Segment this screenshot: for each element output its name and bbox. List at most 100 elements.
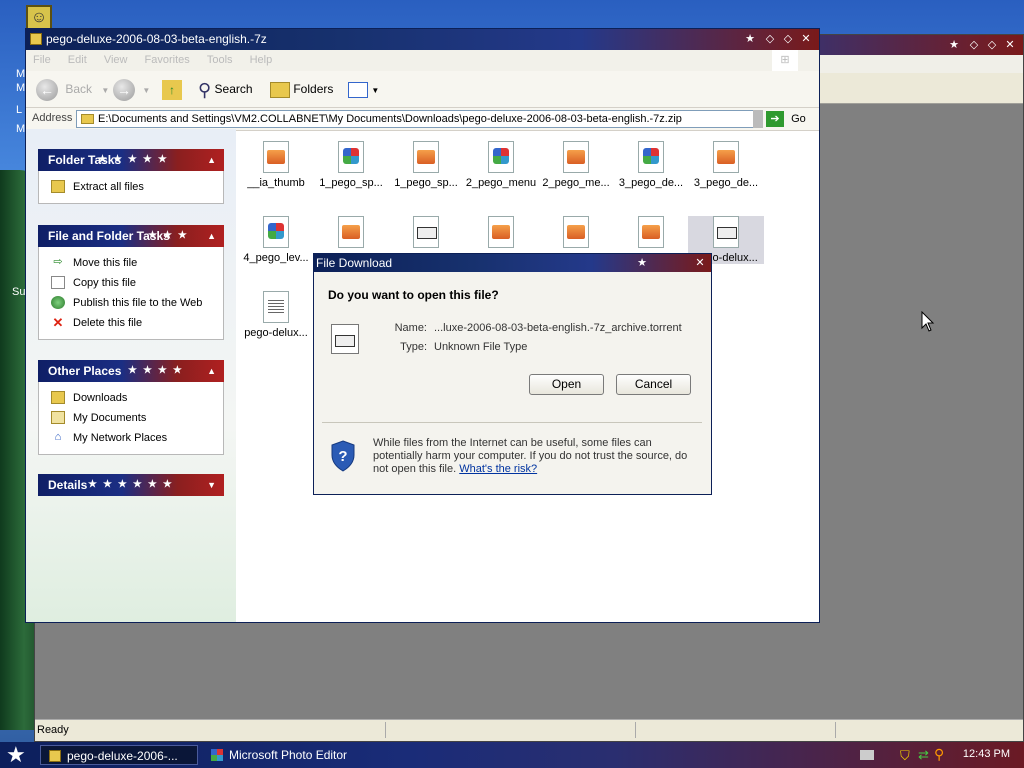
downloads-link[interactable]: Downloads (49, 388, 223, 408)
close-icon[interactable]: ✕ (1003, 38, 1017, 52)
back-button[interactable]: ← Back ▼ (36, 75, 109, 103)
go-button[interactable]: ➔ Go (766, 110, 806, 128)
my-documents-link[interactable]: My Documents (49, 408, 223, 428)
menu-favorites[interactable]: Favorites (145, 50, 190, 71)
keyboard-icon[interactable] (860, 750, 874, 760)
file-item[interactable]: 4_pego_lev... (238, 216, 314, 264)
file-item[interactable]: 3_pego_de... (613, 141, 689, 189)
file-item[interactable]: 2_pego_me... (538, 141, 614, 189)
collapse-chevron-icon[interactable]: ▲ (207, 225, 216, 247)
folder-icon (51, 391, 65, 404)
start-button-star-icon[interactable]: ★ (6, 744, 26, 766)
minimize-icon[interactable]: ◇ (763, 32, 777, 46)
file-item[interactable]: 2_pego_menu (463, 141, 539, 189)
file-item[interactable]: 1_pego_sp... (388, 141, 464, 189)
file-item[interactable] (613, 216, 689, 252)
menu-edit[interactable]: Edit (68, 50, 87, 71)
menu-file[interactable]: File (33, 50, 51, 71)
taskbar: pego-deluxe-2006-... Microsoft Photo Edi… (0, 742, 1024, 768)
status-divider (385, 722, 386, 738)
menu-view[interactable]: View (104, 50, 128, 71)
file-folder-tasks-header[interactable]: File and Folder Tasks ★★★ ▲ (38, 225, 224, 247)
file-item[interactable] (388, 216, 464, 252)
address-input[interactable]: E:\Documents and Settings\VM2.COLLABNET\… (76, 110, 756, 128)
expand-chevron-icon[interactable]: ▼ (207, 474, 216, 496)
other-places-header[interactable]: Other Places ★★★★ ▲ (38, 360, 224, 382)
file-item[interactable]: __ia_thumb (238, 141, 314, 189)
maximize-icon[interactable]: ◇ (781, 32, 795, 46)
file-name: 1_pego_sp... (394, 177, 458, 189)
photo-editor-icon (211, 749, 223, 761)
photo-editor-statusbar: Ready (35, 719, 1023, 741)
taskbar-button-explorer[interactable]: pego-deluxe-2006-... (40, 745, 198, 765)
search-label: Search (214, 82, 253, 96)
details-panel: Details ★★★★★★ ▼ (38, 474, 224, 496)
whats-the-risk-link[interactable]: What's the risk? (459, 463, 537, 475)
desktop-icon-label[interactable]: L (16, 104, 22, 116)
publish-file-link[interactable]: Publish this file to the Web (49, 293, 223, 313)
dialog-title: File Download (316, 256, 393, 270)
details-header[interactable]: Details ★★★★★★ ▼ (38, 474, 224, 496)
move-file-link[interactable]: ⇨ Move this file (49, 253, 223, 273)
desktop-icon-label[interactable]: Su (12, 286, 25, 298)
network-status-icon[interactable]: ⇄ (918, 747, 929, 763)
dialog-titlebar[interactable]: File Download ★ ✕ (314, 254, 711, 272)
my-network-places-link[interactable]: ⌂ My Network Places (49, 428, 223, 448)
menu-help[interactable]: Help (250, 50, 273, 71)
name-label: Name: (394, 322, 427, 334)
folder-tasks-header[interactable]: Folder Tasks ★★★★★ ▲ (38, 149, 224, 171)
folders-button[interactable]: Folders (270, 75, 333, 103)
desktop-icon-label[interactable]: M (16, 82, 25, 94)
collapse-chevron-icon[interactable]: ▲ (207, 360, 216, 382)
maximize-icon[interactable]: ◇ (985, 38, 999, 52)
file-download-dialog[interactable]: File Download ★ ✕ Do you want to open th… (313, 253, 712, 495)
address-dropdown-button[interactable] (753, 110, 763, 128)
forward-button[interactable]: → ▼ (113, 75, 150, 103)
svg-text:?: ? (338, 448, 347, 465)
minimize-icon[interactable]: ◇ (967, 38, 981, 52)
name-value: ...luxe-2006-08-03-beta-english.-7z_arch… (434, 322, 682, 334)
search-button[interactable]: ⚲ Search (198, 75, 253, 103)
status-divider (635, 722, 636, 738)
image-file-icon (263, 141, 289, 173)
search-icon[interactable]: ⚲ (934, 746, 944, 763)
dialog-question: Do you want to open this file? (328, 288, 499, 302)
folder-up-icon: ↑ (162, 79, 182, 100)
close-icon[interactable]: ✕ (799, 32, 813, 46)
file-item[interactable] (313, 216, 389, 252)
folder-tasks-body: Extract all files (38, 171, 224, 204)
search-icon: ⚲ (198, 79, 212, 100)
file-item[interactable] (463, 216, 539, 252)
extract-all-files-link[interactable]: Extract all files (49, 177, 223, 197)
extract-icon (51, 180, 65, 193)
task-label: Move this file (73, 257, 138, 269)
menu-tools[interactable]: Tools (207, 50, 233, 71)
image-file-icon (338, 216, 364, 248)
file-item[interactable]: pego-delux... (238, 291, 314, 339)
security-shield-icon[interactable]: ⛉ (900, 748, 910, 764)
file-name: pego-delux... (244, 327, 308, 339)
views-button[interactable]: ▼ (348, 75, 379, 103)
delete-file-link[interactable]: ✕ Delete this file (49, 313, 223, 333)
cancel-button[interactable]: Cancel (616, 374, 691, 395)
clock[interactable]: 12:43 PM (963, 748, 1010, 760)
open-button[interactable]: Open (529, 374, 604, 395)
collapse-chevron-icon[interactable]: ▲ (207, 149, 216, 171)
close-icon[interactable]: ✕ (693, 256, 707, 270)
photo-editor-file-icon (263, 216, 289, 248)
place-label: My Documents (73, 412, 147, 424)
folders-label: Folders (293, 82, 334, 96)
file-item[interactable]: 3_pego_de... (688, 141, 764, 189)
task-label: Publish this file to the Web (73, 297, 203, 309)
file-item[interactable]: 1_pego_sp... (313, 141, 389, 189)
type-value: Unknown File Type (434, 341, 528, 353)
desktop-icon-label[interactable]: M (16, 68, 25, 80)
desktop-icon-label[interactable]: M (16, 123, 25, 135)
explorer-titlebar[interactable]: pego-deluxe-2006-08-03-beta-english.-7z … (26, 29, 819, 50)
star-icon: ★ (637, 257, 647, 269)
up-button[interactable]: ↑ (162, 75, 182, 103)
copy-file-link[interactable]: Copy this file (49, 273, 223, 293)
file-item[interactable] (538, 216, 614, 252)
mouse-cursor-icon (921, 311, 935, 332)
taskbar-button-photo-editor[interactable]: Microsoft Photo Editor (203, 745, 383, 765)
